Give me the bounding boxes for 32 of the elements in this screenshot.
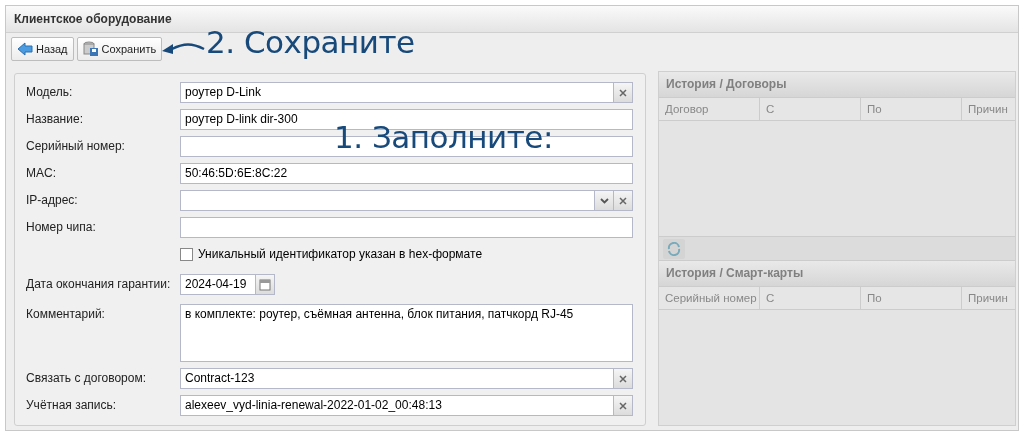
date-field[interactable]: 2024-04-19 — [180, 274, 275, 295]
field-label: Модель: — [26, 84, 74, 101]
field-label: Название: — [26, 111, 84, 128]
checkbox-label: Уникальный идентификатор указан в hex-формате — [198, 246, 483, 263]
input-field[interactable]: роутер D-Link — [180, 82, 633, 103]
input-field[interactable]: 50:46:5D:6E:8C:22 — [180, 163, 633, 184]
input-field[interactable] — [180, 190, 633, 211]
comment-field[interactable]: в комплекте: роутер, съёмная антенна, блок питания, патчкорд RJ-45 — [180, 304, 633, 362]
input-field[interactable]: alexeev_vyd-linia-renewal-2022-01-02_00:48:13 — [180, 395, 633, 416]
database-save-icon — [82, 41, 99, 57]
field-label: IP-адрес: — [26, 192, 79, 209]
calendar-icon[interactable] — [259, 278, 271, 291]
field-label: Связать с договором: — [26, 370, 148, 387]
field-label: MAC: — [26, 165, 57, 182]
chevron-down-icon[interactable] — [599, 197, 609, 204]
back-button[interactable]: Назад — [11, 37, 74, 61]
close-icon[interactable] — [619, 88, 627, 97]
field-label: Номер чипа: — [26, 219, 97, 236]
panel-title: История / Договоры — [659, 72, 1015, 98]
save-button[interactable]: Сохранить — [76, 37, 163, 61]
field-label: Учётная запись: — [26, 397, 118, 414]
back-arrow-icon — [17, 42, 33, 56]
panel-title: История / Смарт-карты — [659, 261, 1015, 287]
checkbox[interactable] — [180, 248, 193, 261]
field-label: Дата окончания гарантии: — [26, 276, 172, 293]
input-field[interactable]: Contract-123 — [180, 368, 633, 389]
field-label: Комментарий: — [26, 306, 106, 323]
close-icon[interactable] — [619, 374, 627, 383]
field-label: Серийный номер: — [26, 138, 126, 155]
close-icon[interactable] — [619, 401, 627, 410]
close-icon[interactable] — [619, 196, 627, 205]
input-field[interactable] — [180, 217, 633, 238]
